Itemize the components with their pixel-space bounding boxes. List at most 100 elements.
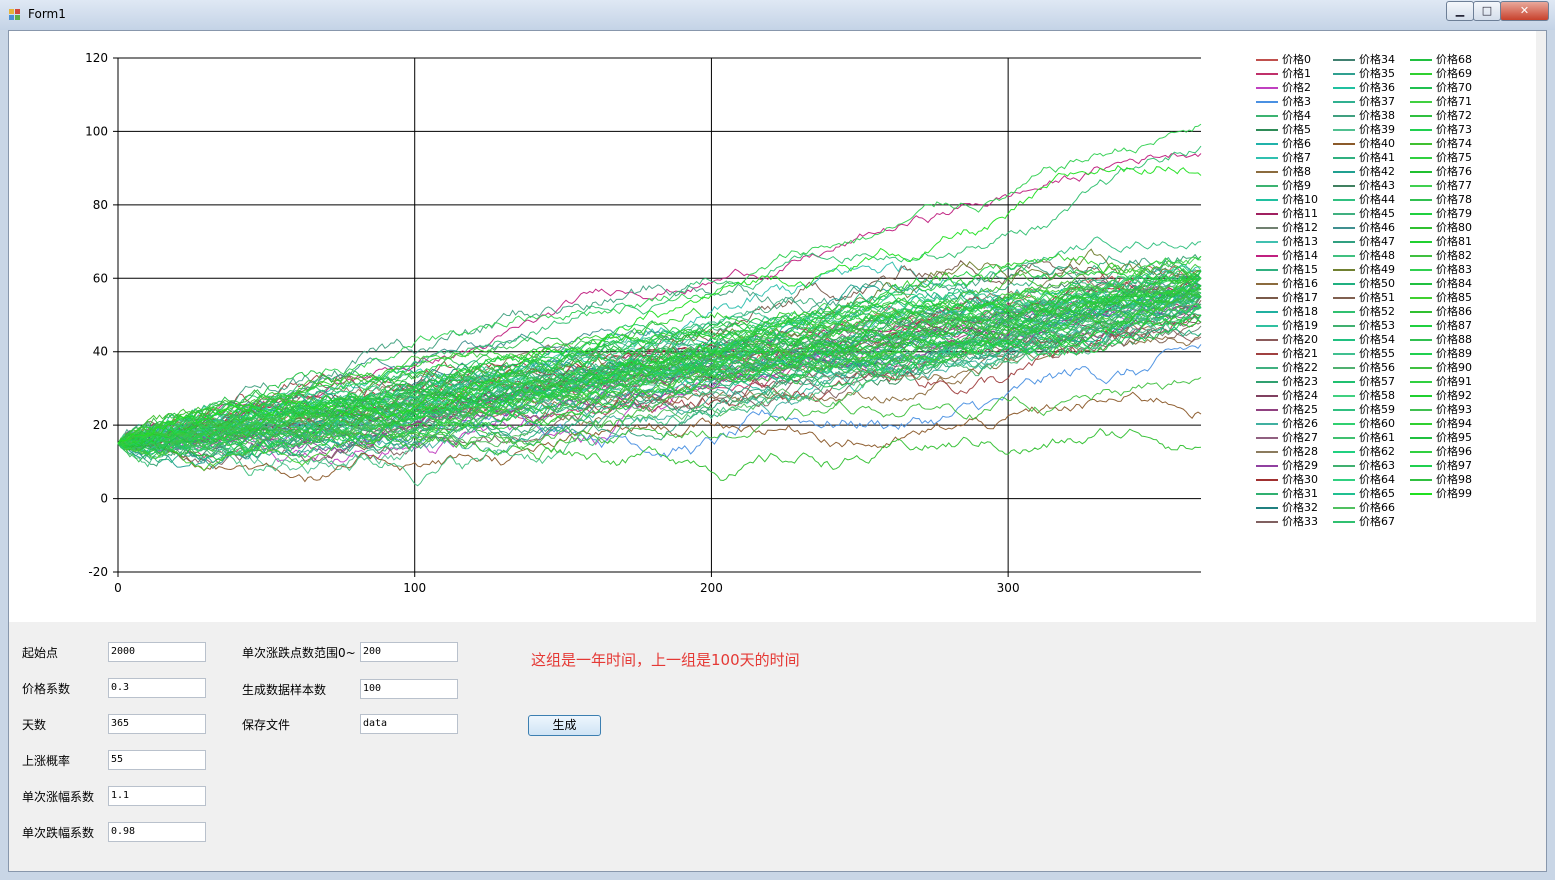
legend-swatch (1410, 115, 1432, 117)
legend-label: 价格4 (1282, 109, 1311, 122)
legend-label: 价格87 (1436, 319, 1472, 332)
legend-swatch (1410, 465, 1432, 467)
samples-label: 生成数据样本数 (242, 683, 327, 697)
legend-label: 价格13 (1282, 235, 1318, 248)
start-point-input[interactable]: 2000 (108, 642, 206, 662)
legend-swatch (1333, 171, 1355, 173)
range-label: 单次涨跌点数范围0~ (242, 646, 356, 660)
legend-label: 价格29 (1282, 459, 1318, 472)
minimize-button[interactable]: ▁ (1446, 1, 1474, 21)
x-tick-label: 300 (997, 581, 1020, 595)
legend-swatch (1333, 255, 1355, 257)
legend-swatch (1256, 381, 1278, 383)
legend-label: 价格10 (1282, 193, 1318, 206)
line-chart: 120100806040200-200 100 200 300 (85, 51, 1202, 595)
legend-swatch (1410, 101, 1432, 103)
legend-swatch (1256, 213, 1278, 215)
legend-swatch (1333, 311, 1355, 313)
legend-label: 价格55 (1359, 347, 1395, 360)
legend-label: 价格96 (1436, 445, 1472, 458)
legend-swatch (1256, 115, 1278, 117)
rise-coef-input[interactable]: 1.1 (108, 786, 206, 806)
legend-label: 价格65 (1359, 487, 1395, 500)
legend-swatch (1256, 451, 1278, 453)
legend-label: 价格37 (1359, 95, 1395, 108)
legend-swatch (1333, 367, 1355, 369)
legend-label: 价格99 (1436, 487, 1472, 500)
legend-swatch (1333, 101, 1355, 103)
legend-swatch (1333, 493, 1355, 495)
legend-label: 价格75 (1436, 151, 1472, 164)
rise-coef-label: 单次涨幅系数 (22, 790, 95, 804)
legend-label: 价格9 (1282, 179, 1311, 192)
legend-label: 价格21 (1282, 347, 1318, 360)
legend-swatch (1410, 339, 1432, 341)
legend-label: 价格14 (1282, 249, 1318, 262)
days-input[interactable]: 365 (108, 714, 206, 734)
fall-coef-label: 单次跌幅系数 (22, 826, 95, 840)
y-tick-label: 20 (93, 418, 108, 432)
legend-label: 价格24 (1282, 389, 1318, 402)
legend-label: 价格68 (1436, 53, 1472, 66)
rise-prob-input[interactable]: 55 (108, 750, 206, 770)
legend-label: 价格89 (1436, 347, 1472, 360)
legend-label: 价格1 (1282, 67, 1311, 80)
legend-label: 价格49 (1359, 263, 1395, 276)
close-button[interactable]: ✕ (1500, 1, 1549, 21)
legend-swatch (1256, 521, 1278, 523)
price-coef-input[interactable]: 0.3 (108, 678, 206, 698)
legend-swatch (1256, 465, 1278, 467)
legend-label: 价格51 (1359, 291, 1395, 304)
legend-swatch (1333, 73, 1355, 75)
y-tick-label: 120 (85, 51, 108, 65)
legend-label: 价格78 (1436, 193, 1472, 206)
legend-swatch (1256, 493, 1278, 495)
legend-swatch (1333, 437, 1355, 439)
legend-swatch (1256, 325, 1278, 327)
maximize-button[interactable]: □ (1473, 1, 1501, 21)
y-tick-label: 40 (93, 345, 108, 359)
legend-swatch (1410, 59, 1432, 61)
legend-swatch (1410, 311, 1432, 313)
legend-label: 价格64 (1359, 473, 1395, 486)
legend-label: 价格46 (1359, 221, 1395, 234)
legend-swatch (1333, 283, 1355, 285)
note-text: 这组是一年时间，上一组是100天的时间 (531, 651, 800, 669)
legend-label: 价格56 (1359, 361, 1395, 374)
range-input[interactable]: 200 (360, 642, 458, 662)
fall-coef-input[interactable]: 0.98 (108, 822, 206, 842)
legend-swatch (1256, 171, 1278, 173)
legend-swatch (1410, 479, 1432, 481)
legend-label: 价格0 (1282, 53, 1311, 66)
chart-panel: 120 100 80 60 40 20 0 -20 0 100 200 300 价格0 价格1 价格2 价格… (9, 31, 1536, 622)
legend-label: 价格91 (1436, 375, 1472, 388)
legend-swatch (1256, 59, 1278, 61)
legend-swatch (1333, 395, 1355, 397)
legend-label: 价格17 (1282, 291, 1318, 304)
legend-label: 价格31 (1282, 487, 1318, 500)
legend-label: 价格11 (1282, 207, 1318, 220)
legend-label: 价格12 (1282, 221, 1318, 234)
title-bar: Form1 ▁ □ ✕ (0, 0, 1555, 30)
samples-input[interactable]: 100 (360, 679, 458, 699)
legend-swatch (1256, 423, 1278, 425)
x-tick-label: 200 (700, 581, 723, 595)
rise-prob-label: 上涨概率 (22, 754, 71, 768)
generate-button[interactable]: 生成 (528, 715, 601, 736)
legend-label: 价格97 (1436, 459, 1472, 472)
legend-label: 价格28 (1282, 445, 1318, 458)
legend-label: 价格38 (1359, 109, 1395, 122)
legend-swatch (1333, 129, 1355, 131)
legend-label: 价格67 (1359, 515, 1395, 528)
legend-label: 价格81 (1436, 235, 1472, 248)
legend-swatch (1410, 395, 1432, 397)
legend-swatch (1410, 185, 1432, 187)
legend-label: 价格26 (1282, 417, 1318, 430)
legend-swatch (1333, 381, 1355, 383)
legend-swatch (1410, 437, 1432, 439)
legend-swatch (1410, 199, 1432, 201)
legend-label: 价格16 (1282, 277, 1318, 290)
legend-label: 价格95 (1436, 431, 1472, 444)
legend-swatch (1410, 241, 1432, 243)
save-file-input[interactable]: data (360, 714, 458, 734)
